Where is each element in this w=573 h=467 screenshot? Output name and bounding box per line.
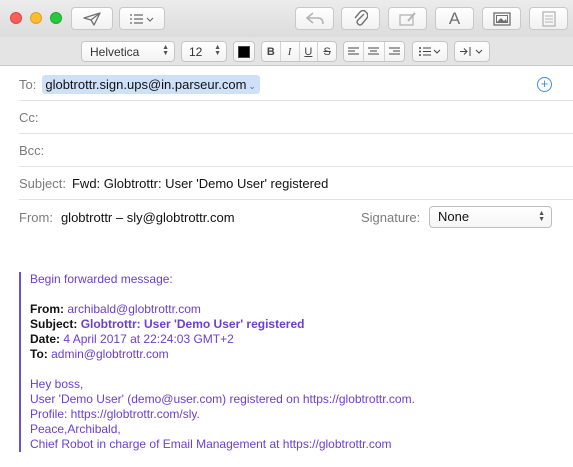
markup-icon [398, 11, 417, 26]
forward-date-line: Date: 4 April 2017 at 22:24:03 GMT+2 [30, 332, 539, 347]
zoom-window-button[interactable] [50, 12, 62, 24]
stationery-icon [541, 10, 556, 27]
chevron-updown-icon: ▲ ▼ [214, 44, 221, 57]
add-contact-icon[interactable]: + [537, 77, 552, 92]
list-icon [419, 47, 441, 56]
align-center-button[interactable] [364, 42, 385, 61]
body-line: Profile: https://globtrottr.com/sly. [30, 407, 200, 421]
align-right-icon [388, 47, 400, 55]
forward-subject-line: Subject: Globtrottr: User 'Demo User' re… [30, 317, 539, 332]
indent-button[interactable] [454, 41, 490, 62]
forward-from-label: From: [30, 302, 64, 316]
chevron-updown-icon: ▲ ▼ [162, 44, 169, 57]
minimize-window-button[interactable] [30, 12, 42, 24]
recipient-address: globtrottr.sign.ups@in.parseur.com [45, 76, 247, 92]
align-left-icon [348, 47, 360, 55]
forward-date-label: Date: [30, 332, 61, 346]
header-fields-button[interactable] [119, 7, 165, 30]
forward-to-line: To: admin@globtrottr.com [30, 347, 539, 362]
chevron-down-icon: ⌄ [248, 80, 256, 91]
indent-icon [460, 47, 483, 56]
align-center-icon [368, 47, 380, 55]
send-button[interactable] [71, 7, 113, 30]
color-swatch [238, 45, 250, 58]
to-field[interactable]: To: globtrottr.sign.ups@in.parseur.com ⌄ … [19, 68, 573, 101]
font-size-value: 12 [189, 44, 203, 59]
alignment-group [343, 41, 405, 62]
body-line: Hey boss, [30, 377, 84, 391]
bcc-label: Bcc: [19, 142, 45, 158]
text-color-button[interactable] [233, 41, 255, 62]
forwarded-message-quote[interactable]: Begin forwarded message: From: archibald… [19, 272, 539, 452]
photo-browser-button[interactable] [482, 7, 521, 30]
signature-select[interactable]: None ▲ ▼ [429, 206, 552, 228]
forward-to-value: admin@globtrottr.com [51, 347, 169, 361]
italic-button[interactable]: I [281, 42, 300, 61]
close-window-button[interactable] [10, 12, 22, 24]
forward-subject-label: Subject: [30, 317, 78, 331]
align-left-button[interactable] [344, 42, 365, 61]
text-style-group: B I U S [261, 41, 337, 62]
forward-from-value: archibald@globtrottr.com [67, 302, 201, 316]
subject-label: Subject: [19, 175, 66, 191]
forward-subject-value: Globtrottr: User 'Demo User' registered [80, 317, 305, 331]
from-value[interactable]: globtrottr – sly@globtrottr.com [61, 210, 235, 225]
reply-icon [305, 12, 324, 25]
body-line: Peace,Archibald, [30, 422, 121, 436]
photo-browser-icon [492, 11, 511, 26]
font-family-select[interactable]: Helvetica ▲ ▼ [81, 41, 175, 62]
attach-icon [353, 10, 368, 27]
forward-intro: Begin forwarded message: [30, 272, 173, 286]
send-icon [83, 11, 101, 26]
toolbar: A [0, 0, 573, 37]
header-fields-icon [129, 13, 155, 25]
recipient-token[interactable]: globtrottr.sign.ups@in.parseur.com ⌄ [42, 74, 260, 94]
cc-label: Cc: [19, 109, 39, 125]
format-icon: A [448, 8, 461, 28]
format-button[interactable]: A [435, 7, 474, 30]
bold-button[interactable]: B [262, 42, 281, 61]
align-right-button[interactable] [385, 42, 404, 61]
to-label: To: [19, 76, 37, 92]
cc-field[interactable]: Cc: [19, 101, 573, 134]
signature-value: None [438, 209, 470, 224]
body-line: Chief Robot in charge of Email Managemen… [30, 437, 392, 451]
list-button[interactable] [412, 41, 448, 62]
stationery-button[interactable] [529, 7, 568, 30]
body-line: User 'Demo User' (demo@user.com) registe… [30, 392, 415, 406]
chevron-updown-icon: ▲ ▼ [538, 210, 545, 223]
forward-date-value: 4 April 2017 at 22:24:03 GMT+2 [63, 332, 234, 346]
strikethrough-button[interactable]: S [318, 42, 336, 61]
markup-button[interactable] [388, 7, 427, 30]
from-label: From: [19, 209, 53, 225]
subject-input[interactable]: Fwd: Globtrottr: User 'Demo User' regist… [72, 176, 328, 191]
subject-field[interactable]: Subject: Fwd: Globtrottr: User 'Demo Use… [19, 167, 573, 200]
forward-to-label: To: [30, 347, 48, 361]
bcc-field[interactable]: Bcc: [19, 134, 573, 167]
font-size-select[interactable]: 12 ▲ ▼ [181, 41, 227, 62]
reply-button[interactable] [295, 7, 334, 30]
underline-button[interactable]: U [300, 42, 319, 61]
font-family-value: Helvetica [90, 44, 140, 59]
attach-button[interactable] [341, 7, 380, 30]
signature-label: Signature: [361, 209, 421, 225]
format-bar: Helvetica ▲ ▼ 12 ▲ ▼ B I U S [0, 37, 573, 66]
forward-from-line: From: archibald@globtrottr.com [30, 302, 539, 317]
